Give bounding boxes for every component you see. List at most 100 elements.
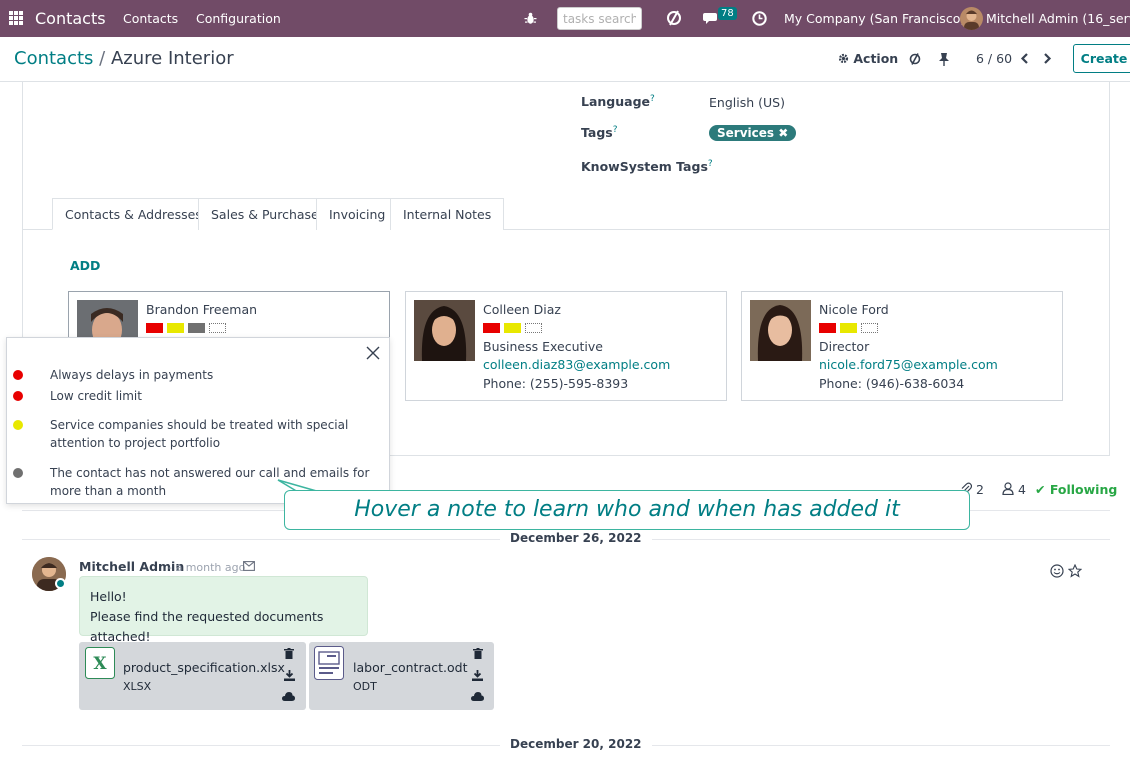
emoji-reaction-icon[interactable] [1050, 564, 1064, 578]
tag-color-none[interactable] [209, 323, 226, 333]
pin-icon[interactable] [938, 52, 950, 66]
tag-label: Services [717, 126, 775, 140]
apps-menu-icon[interactable] [9, 11, 23, 25]
breadcrumb-current: Azure Interior [110, 48, 234, 69]
contact-email-link[interactable]: nicole.ford75@example.com [819, 357, 998, 372]
contact-card[interactable]: Colleen Diaz Business Executive colleen.… [405, 291, 727, 401]
contact-photo [414, 300, 475, 361]
menu-contacts[interactable]: Contacts [123, 0, 178, 37]
messages-icon[interactable] [703, 11, 719, 25]
knowsystem-tags-label: KnowSystem Tags? [581, 159, 713, 174]
tag-color-gray[interactable] [188, 323, 205, 333]
contact-name: Brandon Freeman [146, 302, 258, 317]
online-status-indicator [55, 578, 66, 589]
tag-services[interactable]: Services ✖ [709, 125, 797, 141]
red-dot-icon [13, 370, 23, 380]
attachment-name[interactable]: product_specification.xlsx [123, 660, 285, 675]
odt-file-icon [314, 646, 344, 680]
attachment-name[interactable]: labor_contract.odt [353, 660, 467, 675]
create-button[interactable]: Create [1073, 44, 1130, 73]
pager-next-icon[interactable] [1042, 53, 1052, 64]
svg-text:X: X [93, 654, 107, 674]
contact-email-link[interactable]: colleen.diaz83@example.com [483, 357, 670, 372]
red-dot-icon [13, 391, 23, 401]
attachments-count: 2 [975, 482, 984, 497]
user-menu[interactable]: Mitchell Admin (16_server [986, 0, 1130, 37]
tag-note-text: Always delays in payments [50, 368, 214, 382]
attachment-card[interactable]: X product_specification.xlsx XLSX [79, 642, 306, 710]
envelope-icon[interactable] [243, 561, 255, 571]
contact-tag-list[interactable] [819, 321, 882, 336]
contact-tag-list[interactable] [146, 321, 230, 336]
cloud-upload-icon[interactable] [282, 692, 295, 701]
cloud-upload-icon[interactable] [471, 692, 484, 701]
tag-note-text: Service companies should be treated with… [50, 418, 349, 450]
message-bubble: Hello! Please find the requested documen… [79, 576, 368, 644]
activity-refresh-icon[interactable] [665, 9, 683, 27]
tab-sales-purchase[interactable]: Sales & Purchase [198, 198, 332, 230]
user-avatar[interactable] [960, 7, 983, 30]
xlsx-file-icon: X [85, 647, 115, 679]
language-label-text: Language [581, 94, 651, 110]
following-label: Following [1049, 482, 1118, 497]
contact-name: Nicole Ford [819, 302, 889, 317]
app-name[interactable]: Contacts [35, 0, 106, 37]
contact-card[interactable]: Nicole Ford Director nicole.ford75@examp… [741, 291, 1063, 401]
gear-icon [838, 53, 849, 64]
messages-badge: 78 [718, 7, 737, 20]
download-icon[interactable] [472, 670, 483, 681]
tag-color-red[interactable] [483, 323, 500, 333]
contact-job-title: Director [819, 339, 870, 354]
message-timestamp: - a month ago [168, 561, 246, 574]
tag-color-yellow[interactable] [840, 323, 857, 333]
help-tooltip-icon[interactable]: ? [613, 125, 618, 135]
help-tooltip-icon[interactable]: ? [650, 94, 655, 104]
attachment-card[interactable]: labor_contract.odt ODT [309, 642, 494, 710]
breadcrumb-separator: / [99, 48, 106, 69]
tag-color-none[interactable] [525, 323, 542, 333]
help-tooltip-icon[interactable]: ? [708, 159, 713, 169]
action-menu-button[interactable]: Action [838, 51, 898, 66]
followers-counter[interactable]: 4 [1002, 482, 1026, 497]
hint-callout: Hover a note to learn who and when has a… [284, 490, 970, 530]
trash-icon[interactable] [473, 648, 483, 659]
bug-icon[interactable] [524, 12, 537, 25]
language-value[interactable]: English (US) [709, 95, 785, 110]
tab-contacts-addresses[interactable]: Contacts & Addresses [52, 198, 215, 230]
language-label: Language? [581, 94, 655, 109]
refresh-icon[interactable] [908, 52, 922, 66]
download-icon[interactable] [284, 670, 295, 681]
tag-color-red[interactable] [819, 323, 836, 333]
attachment-type: XLSX [123, 680, 152, 693]
tab-invoicing[interactable]: Invoicing [316, 198, 399, 230]
close-icon[interactable] [366, 346, 380, 360]
pager-value[interactable]: 6 / 60 [976, 51, 1012, 66]
contact-photo [750, 300, 811, 361]
breadcrumb: Contacts / Azure Interior [14, 48, 234, 69]
tag-color-yellow[interactable] [504, 323, 521, 333]
message-line: Please find the requested documents atta… [90, 609, 324, 644]
top-navbar: Contacts Contacts Configuration 78 My Co… [0, 0, 1130, 37]
gray-dot-icon [13, 468, 23, 478]
followers-count: 4 [1017, 482, 1026, 497]
menu-configuration[interactable]: Configuration [196, 0, 281, 37]
tag-note-text: Low credit limit [50, 389, 142, 403]
following-button[interactable]: ✔ Following [1035, 482, 1117, 497]
tag-color-yellow[interactable] [167, 323, 184, 333]
company-switcher[interactable]: My Company (San Francisco) [784, 0, 965, 37]
tag-color-red[interactable] [146, 323, 163, 333]
tag-color-none[interactable] [861, 323, 878, 333]
remove-tag-icon[interactable]: ✖ [778, 126, 788, 140]
contact-tag-list[interactable] [483, 321, 546, 336]
breadcrumb-parent[interactable]: Contacts [14, 48, 93, 69]
star-icon[interactable] [1068, 564, 1082, 578]
trash-icon[interactable] [284, 648, 294, 659]
user-icon [1002, 482, 1014, 495]
add-contact-button[interactable]: ADD [70, 258, 100, 273]
yellow-dot-icon [13, 420, 23, 430]
tab-internal-notes[interactable]: Internal Notes [390, 198, 505, 230]
clock-icon[interactable] [752, 11, 767, 26]
date-label: December 26, 2022 [500, 531, 652, 545]
tasks-search-input[interactable] [557, 7, 642, 30]
pager-previous-icon[interactable] [1020, 53, 1030, 64]
